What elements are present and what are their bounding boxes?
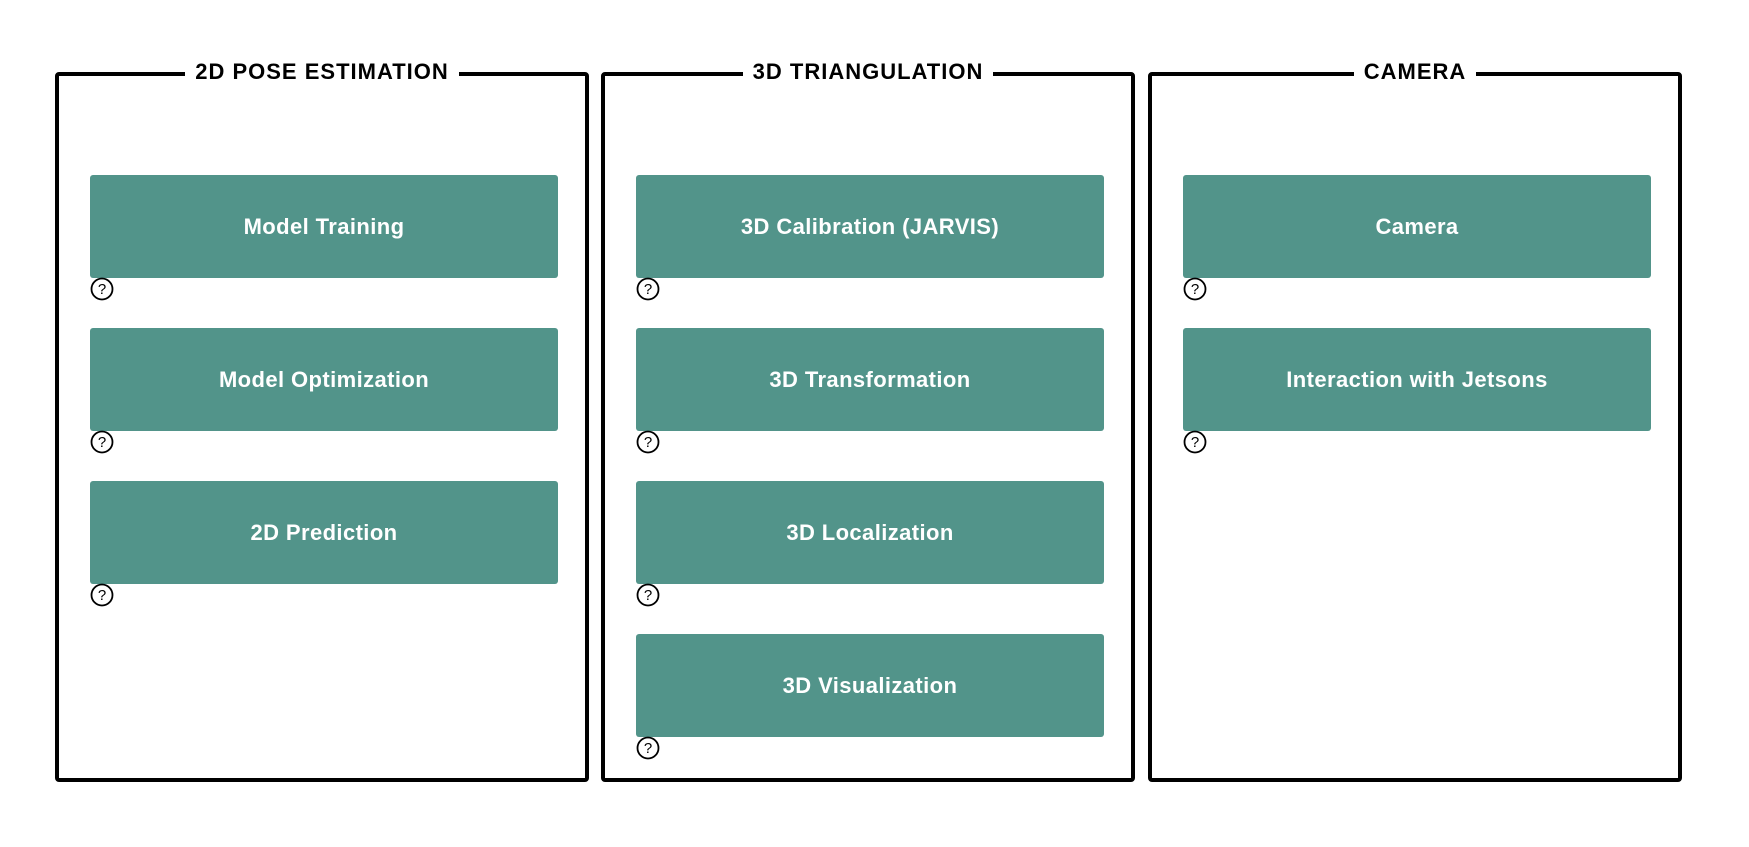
button-group: Camera ?	[1183, 175, 1651, 301]
question-circle-icon[interactable]: ?	[90, 277, 114, 301]
3d-transformation-button[interactable]: 3D Transformation	[636, 328, 1104, 431]
button-group: Interaction with Jetsons ?	[1183, 328, 1651, 454]
svg-text:?: ?	[644, 434, 652, 451]
interaction-with-jetsons-button[interactable]: Interaction with Jetsons	[1183, 328, 1651, 431]
model-optimization-button[interactable]: Model Optimization	[90, 328, 558, 431]
question-circle-icon[interactable]: ?	[636, 277, 660, 301]
button-group: 3D Visualization ?	[636, 634, 1104, 760]
button-group: 2D Prediction ?	[90, 481, 558, 607]
svg-text:?: ?	[98, 434, 106, 451]
svg-text:?: ?	[1191, 434, 1199, 451]
panel-3d-triangulation: 3D TRIANGULATION 3D Calibration (JARVIS)…	[601, 59, 1135, 782]
question-circle-icon[interactable]: ?	[90, 430, 114, 454]
2d-prediction-button[interactable]: 2D Prediction	[90, 481, 558, 584]
camera-button[interactable]: Camera	[1183, 175, 1651, 278]
svg-text:?: ?	[644, 281, 652, 298]
question-circle-icon[interactable]: ?	[636, 430, 660, 454]
svg-text:?: ?	[1191, 281, 1199, 298]
question-circle-icon[interactable]: ?	[90, 583, 114, 607]
question-circle-icon[interactable]: ?	[636, 736, 660, 760]
3d-localization-button[interactable]: 3D Localization	[636, 481, 1104, 584]
button-group: Model Training ?	[90, 175, 558, 301]
button-group: 3D Calibration (JARVIS) ?	[636, 175, 1104, 301]
panel-title: 2D POSE ESTIMATION	[185, 59, 459, 84]
panel-title: 3D TRIANGULATION	[742, 59, 994, 84]
svg-text:?: ?	[644, 587, 652, 604]
panel-2d-pose-estimation: 2D POSE ESTIMATION Model Training ? Mode…	[55, 59, 589, 782]
question-circle-icon[interactable]: ?	[1183, 277, 1207, 301]
svg-text:?: ?	[644, 740, 652, 757]
svg-text:?: ?	[98, 587, 106, 604]
button-group: 3D Localization ?	[636, 481, 1104, 607]
3d-visualization-button[interactable]: 3D Visualization	[636, 634, 1104, 737]
panel-camera: CAMERA Camera ? Interaction with Jetsons…	[1148, 59, 1682, 782]
question-circle-icon[interactable]: ?	[636, 583, 660, 607]
panel-title: CAMERA	[1353, 59, 1477, 84]
svg-text:?: ?	[98, 281, 106, 298]
button-group: Model Optimization ?	[90, 328, 558, 454]
3d-calibration-button[interactable]: 3D Calibration (JARVIS)	[636, 175, 1104, 278]
button-group: 3D Transformation ?	[636, 328, 1104, 454]
model-training-button[interactable]: Model Training	[90, 175, 558, 278]
question-circle-icon[interactable]: ?	[1183, 430, 1207, 454]
